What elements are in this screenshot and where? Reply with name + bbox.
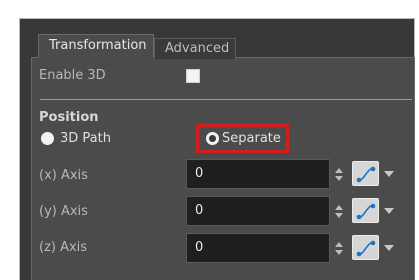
- function-curve-icon: [356, 166, 376, 183]
- tab-advanced[interactable]: Advanced: [154, 38, 236, 59]
- y-axis-label: (y) Axis: [39, 204, 88, 219]
- function-curve-icon: [356, 240, 376, 257]
- x-axis-function-button[interactable]: [352, 161, 379, 186]
- y-axis-dropdown-icon[interactable]: [384, 208, 394, 214]
- radio-3d-path-label: 3D Path: [60, 131, 111, 146]
- x-axis-input[interactable]: 0: [186, 159, 330, 189]
- y-axis-function-button[interactable]: [352, 198, 379, 223]
- tab-transformation[interactable]: Transformation: [38, 34, 154, 58]
- y-axis-stepper[interactable]: [334, 205, 344, 219]
- x-axis-dropdown-icon[interactable]: [384, 171, 394, 177]
- section-divider: [40, 99, 412, 100]
- z-axis-stepper[interactable]: [334, 242, 344, 256]
- enable-3d-label: Enable 3D: [39, 68, 106, 83]
- radio-separate[interactable]: [206, 132, 219, 145]
- function-curve-icon: [356, 203, 376, 220]
- position-heading: Position: [39, 110, 99, 125]
- enable-3d-checkbox[interactable]: [186, 69, 200, 83]
- x-axis-stepper[interactable]: [334, 168, 344, 182]
- radio-separate-label: Separate: [222, 131, 281, 146]
- z-axis-function-button[interactable]: [352, 235, 379, 260]
- z-axis-label: (z) Axis: [39, 240, 88, 255]
- y-axis-input[interactable]: 0: [186, 196, 330, 226]
- z-axis-input[interactable]: 0: [186, 233, 330, 263]
- z-axis-dropdown-icon[interactable]: [384, 245, 394, 251]
- radio-3d-path[interactable]: [41, 132, 54, 145]
- x-axis-label: (x) Axis: [39, 168, 88, 183]
